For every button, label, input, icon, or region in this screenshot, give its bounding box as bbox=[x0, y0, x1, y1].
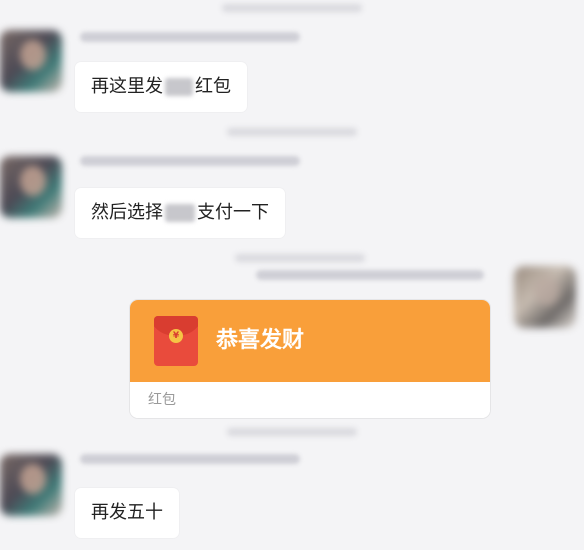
censored-word bbox=[165, 204, 195, 222]
red-envelope-icon: ¥ bbox=[154, 316, 198, 366]
message-text: 再发五十 bbox=[91, 502, 163, 523]
red-packet-label: 红包 bbox=[130, 382, 490, 418]
red-packet-card[interactable]: ¥ 恭喜发财 红包 bbox=[130, 300, 490, 418]
timestamp bbox=[227, 128, 357, 136]
timestamp bbox=[222, 4, 362, 12]
avatar[interactable] bbox=[0, 454, 62, 516]
timestamp bbox=[227, 428, 357, 436]
red-packet-title: 恭喜发财 bbox=[216, 328, 305, 353]
avatar[interactable] bbox=[0, 156, 62, 218]
avatar[interactable] bbox=[514, 266, 576, 328]
yuan-coin-icon: ¥ bbox=[169, 329, 183, 343]
timestamp bbox=[235, 254, 365, 262]
message-text: 再这里发 bbox=[91, 76, 163, 97]
message-bubble[interactable]: 再这里发 红包 bbox=[75, 62, 247, 112]
message-text: 支付一下 bbox=[197, 202, 269, 223]
sender-name bbox=[80, 454, 300, 464]
sender-name bbox=[256, 270, 484, 280]
red-packet-header: ¥ 恭喜发财 bbox=[130, 300, 490, 382]
sender-name bbox=[80, 156, 300, 166]
sender-name bbox=[80, 32, 300, 42]
message-bubble[interactable]: 再发五十 bbox=[75, 488, 179, 538]
censored-word bbox=[165, 78, 193, 96]
message-text: 然后选择 bbox=[91, 202, 163, 223]
message-bubble[interactable]: 然后选择 支付一下 bbox=[75, 188, 285, 238]
avatar[interactable] bbox=[0, 30, 62, 92]
message-text: 红包 bbox=[195, 76, 231, 97]
